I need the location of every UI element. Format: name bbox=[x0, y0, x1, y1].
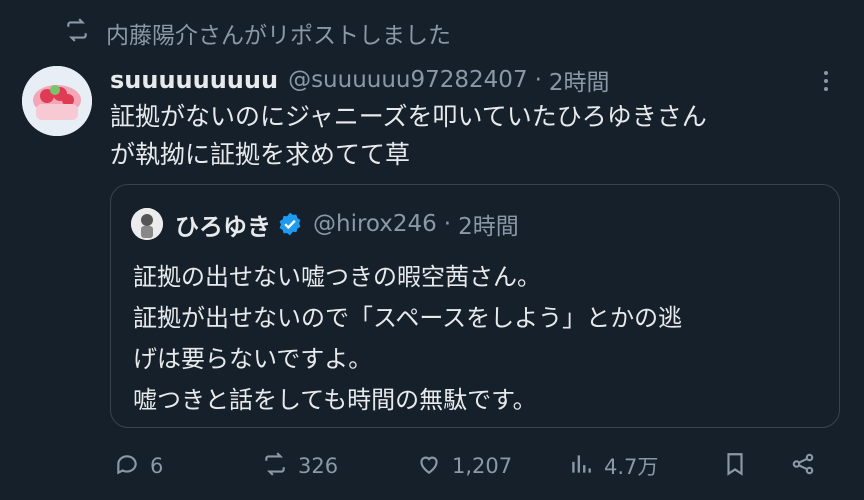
quoted-text-line: げは要らないですよ。 bbox=[133, 345, 373, 373]
tweet-header: suuuuuuuuu @suuuuuu97282407 · 2時間 bbox=[110, 62, 610, 98]
tweet-time[interactable]: 2時間 bbox=[549, 63, 610, 97]
bookmark-button[interactable] bbox=[722, 446, 748, 486]
more-icon[interactable] bbox=[814, 66, 838, 96]
quoted-text-line: 証拠が出せないので「スペースをしよう」とかの逃 bbox=[133, 304, 683, 332]
reply-count: 6 bbox=[150, 454, 164, 478]
quoted-author-avatar[interactable] bbox=[131, 208, 163, 240]
tweet-text-line: が執拗に証拠を求めてて草 bbox=[110, 140, 411, 169]
author-name[interactable]: suuuuuuuuu bbox=[110, 66, 278, 94]
tweet-text: 証拠がないのにジャニーズを叩いていたひろゆきさん が執拗に証拠を求めてて草 bbox=[110, 98, 840, 174]
share-button[interactable] bbox=[790, 446, 816, 486]
like-icon bbox=[416, 451, 442, 482]
quoted-author-handle[interactable]: @hirox246 bbox=[313, 211, 437, 237]
repost-count: 326 bbox=[298, 454, 339, 478]
quoted-tweet-time[interactable]: 2時間 bbox=[458, 207, 519, 241]
quoted-tweet-header: ひろゆき @hirox246 · 2時間 bbox=[131, 205, 519, 243]
repost-icon bbox=[64, 17, 90, 49]
like-count: 1,207 bbox=[452, 454, 513, 478]
quoted-tweet-text: 証拠の出せない嘘つきの暇空茜さん。 証拠が出せないので「スペースをしよう」とかの… bbox=[133, 257, 823, 421]
bookmark-icon bbox=[722, 451, 748, 482]
quoted-author-name[interactable]: ひろゆき bbox=[175, 207, 271, 242]
views-button[interactable]: 4.7万 bbox=[568, 446, 658, 486]
quoted-text-line: 嘘つきと話をしても時間の無駄です。 bbox=[133, 386, 537, 414]
repost-button[interactable]: 326 bbox=[262, 446, 338, 486]
tweet-text-line: 証拠がないのにジャニーズを叩いていたひろゆきさん bbox=[110, 102, 707, 131]
repost-banner-text: 内藤陽介さんがリポストしました bbox=[106, 23, 451, 49]
views-count: 4.7万 bbox=[604, 455, 659, 479]
like-button[interactable]: 1,207 bbox=[416, 446, 512, 486]
reply-button[interactable]: 6 bbox=[114, 446, 163, 486]
action-bar: 6 326 1,207 4.7万 bbox=[110, 446, 840, 486]
views-icon bbox=[568, 451, 594, 482]
verified-icon bbox=[277, 211, 303, 237]
quoted-tweet[interactable]: ひろゆき @hirox246 · 2時間 証拠の出せない嘘つきの暇空茜さん。 証… bbox=[110, 184, 840, 428]
reply-icon bbox=[114, 451, 140, 482]
author-avatar[interactable] bbox=[22, 66, 92, 136]
share-icon bbox=[790, 451, 816, 482]
repost-banner[interactable]: 内藤陽介さんがリポストしました bbox=[64, 16, 451, 50]
separator: · bbox=[443, 211, 452, 237]
separator: · bbox=[534, 67, 542, 93]
author-handle[interactable]: @suuuuuu97282407 bbox=[288, 67, 528, 93]
quoted-text-line: 証拠の出せない嘘つきの暇空茜さん。 bbox=[133, 263, 541, 291]
repost-icon bbox=[262, 451, 288, 482]
